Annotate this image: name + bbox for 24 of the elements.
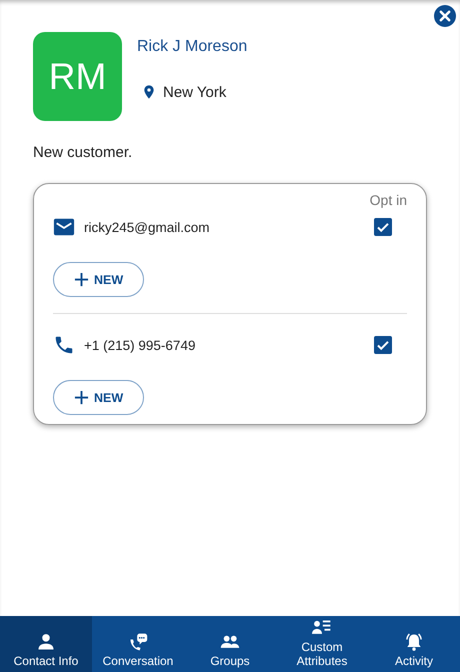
- nav-tab[interactable]: Custom Attributes: [276, 616, 368, 672]
- plus-icon: [74, 390, 89, 405]
- nav-tab[interactable]: Contact Info: [0, 616, 92, 672]
- new-button[interactable]: NEW: [53, 262, 144, 297]
- nav-tab[interactable]: Groups: [184, 616, 276, 672]
- note-text: New customer.: [33, 144, 134, 161]
- location-text: New York: [163, 84, 226, 100]
- contact-name: Rick J Moreson: [137, 38, 248, 56]
- new-button[interactable]: NEW: [53, 380, 144, 415]
- opt-in-checkbox[interactable]: [374, 336, 392, 354]
- email-icon: [53, 216, 75, 238]
- avatar: RM: [33, 32, 122, 121]
- email-address: ricky245@gmail.com: [84, 220, 210, 234]
- bell-icon: [404, 632, 424, 652]
- plus-icon: [74, 272, 89, 287]
- opt-in-header: Opt in: [370, 192, 407, 208]
- phone-number: +1 (215) 995-6749: [84, 338, 196, 352]
- close-icon[interactable]: [434, 5, 456, 27]
- chat-phone-icon: [128, 632, 148, 652]
- opt-in-checkbox[interactable]: [374, 218, 392, 236]
- phone-icon: [53, 334, 75, 356]
- nav-tab[interactable]: Activity: [368, 616, 460, 672]
- nav-tab[interactable]: Conversation: [92, 616, 184, 672]
- person-icon: [36, 632, 56, 652]
